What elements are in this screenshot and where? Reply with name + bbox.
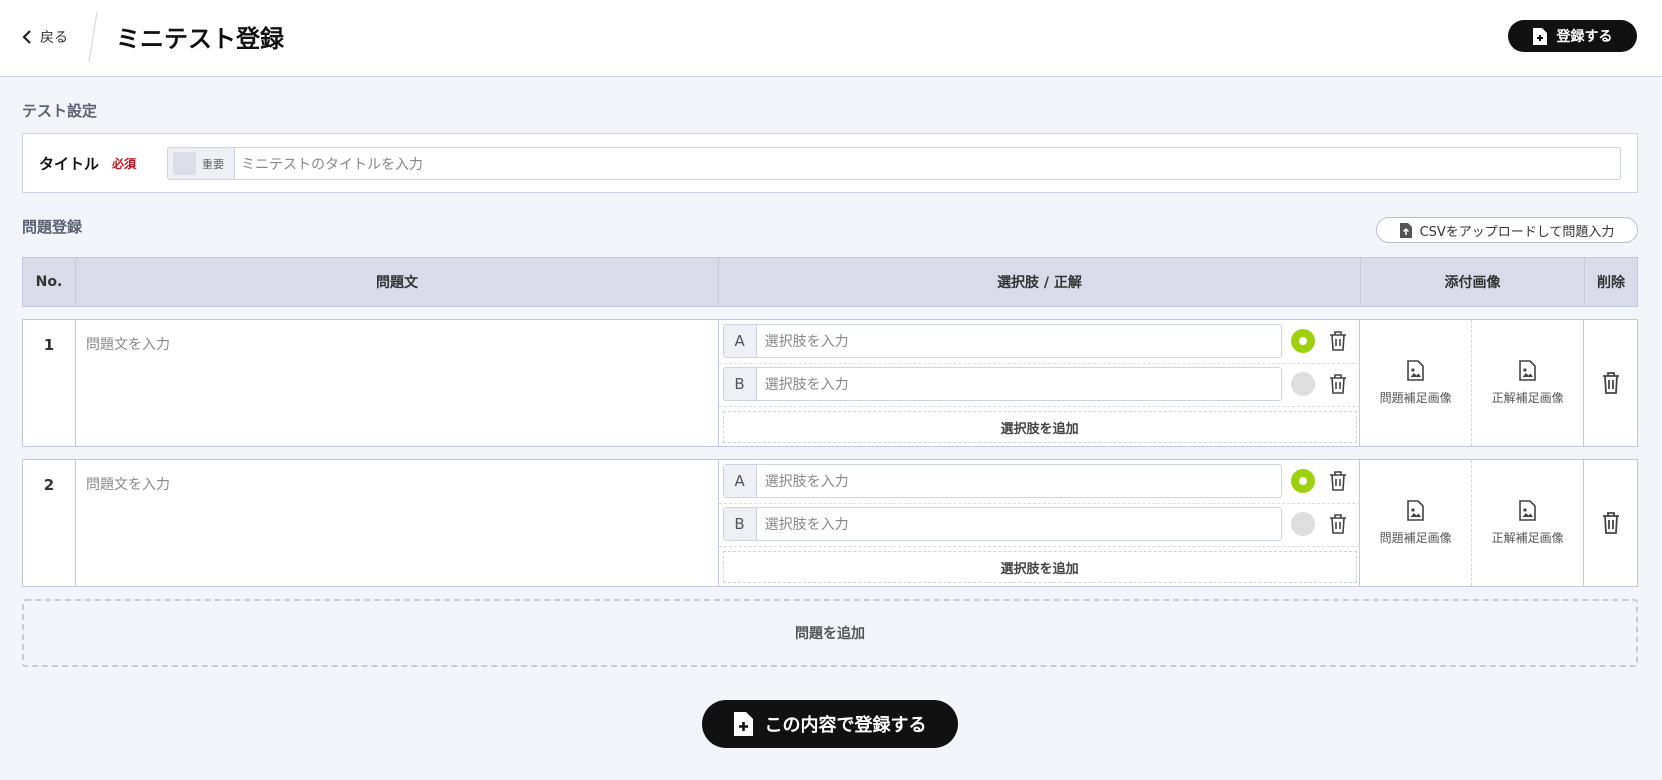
questions-section-title: 問題登録	[22, 218, 83, 236]
csv-upload-label: CSVをアップロードして問題入力	[1419, 224, 1615, 240]
answer-image-label: 正解補足画像	[1491, 531, 1564, 545]
image-file-icon	[1519, 360, 1536, 381]
trash-icon	[1602, 372, 1619, 394]
title-input[interactable]: 重要 ミニテストのタイトルを入力	[167, 147, 1621, 180]
add-choice-button[interactable]: 選択肢を追加	[722, 551, 1357, 583]
choice-input[interactable]: B 選択肢を入力	[722, 507, 1282, 541]
title-placeholder: ミニテストのタイトルを入力	[241, 156, 423, 173]
choice-placeholder: 選択肢を入力	[764, 377, 849, 393]
choice-divider	[718, 363, 1360, 364]
choice-input[interactable]: A 選択肢を入力	[722, 324, 1282, 358]
page-title: ミニテスト登録	[116, 25, 284, 53]
file-upload-icon	[1399, 222, 1412, 238]
choice-placeholder: 選択肢を入力	[764, 474, 849, 490]
question-placeholder: 問題文を入力	[85, 477, 170, 493]
question-text-input[interactable]: 問題文を入力	[76, 460, 719, 586]
choices-cell: A 選択肢を入力 B 選択肢を入力 選択肢を追加	[718, 320, 1361, 446]
image-file-icon	[1407, 360, 1424, 381]
answer-image-upload[interactable]: 正解補足画像	[1472, 460, 1585, 586]
choice-divider	[718, 546, 1360, 547]
delete-question-button[interactable]	[1584, 320, 1637, 446]
file-plus-icon	[733, 712, 753, 736]
title-label: タイトル	[39, 155, 100, 173]
choice-input[interactable]: A 選択肢を入力	[722, 464, 1282, 498]
choice-placeholder: 選択肢を入力	[764, 334, 849, 350]
header-divider	[88, 12, 98, 62]
choices-cell: A 選択肢を入力 B 選択肢を入力 選択肢を追加	[718, 460, 1361, 586]
trash-icon[interactable]	[1329, 471, 1347, 491]
question-number: 2	[23, 460, 76, 586]
correct-radio[interactable]	[1290, 512, 1315, 536]
trash-icon[interactable]	[1329, 331, 1347, 351]
back-button[interactable]: 戻る	[20, 24, 68, 50]
correct-radio[interactable]	[1290, 372, 1315, 396]
question-image-label: 問題補足画像	[1379, 391, 1452, 405]
trash-icon[interactable]	[1329, 374, 1347, 394]
questions-table-header: No. 問題文 選択肢 / 正解 添付画像 削除	[22, 257, 1638, 307]
trash-icon	[1602, 512, 1619, 534]
question-image-label: 問題補足画像	[1379, 531, 1452, 545]
choice-divider	[718, 503, 1360, 504]
choice-letter: B	[723, 508, 757, 540]
header-choices: 選択肢 / 正解	[719, 258, 1361, 306]
test-settings-title: テスト設定	[22, 102, 98, 120]
question-row: 2 問題文を入力 A 選択肢を入力 B 選択肢を入力 選択肢を追加 問題補足画像…	[22, 459, 1638, 587]
add-question-button[interactable]: 問題を追加	[22, 599, 1638, 667]
image-file-icon	[1519, 500, 1536, 521]
answer-image-label: 正解補足画像	[1491, 391, 1564, 405]
submit-label: この内容で登録する	[764, 715, 927, 736]
image-file-icon	[1407, 500, 1424, 521]
add-choice-button[interactable]: 選択肢を追加	[722, 411, 1357, 443]
submit-button[interactable]: この内容で登録する	[702, 700, 958, 748]
question-text-input[interactable]: 問題文を入力	[76, 320, 719, 446]
required-badge: 必須	[112, 157, 137, 171]
csv-upload-button[interactable]: CSVをアップロードして問題入力	[1376, 217, 1638, 243]
correct-radio-selected[interactable]	[1290, 329, 1315, 353]
page-header: 戻る ミニテスト登録 登録する	[0, 0, 1662, 77]
question-image-upload[interactable]: 問題補足画像	[1360, 320, 1473, 446]
chevron-left-icon	[22, 30, 31, 44]
important-toggle[interactable]: 重要	[168, 148, 235, 179]
question-row: 1 問題文を入力 A 選択肢を入力 B 選択肢を入力 選択肢を追加 問題補足画像…	[22, 319, 1638, 447]
important-checkbox[interactable]	[173, 152, 196, 175]
delete-question-button[interactable]	[1584, 460, 1637, 586]
register-label: 登録する	[1556, 29, 1613, 45]
choice-divider	[718, 406, 1360, 407]
header-delete: 削除	[1597, 275, 1625, 291]
register-button[interactable]: 登録する	[1508, 20, 1637, 52]
important-label: 重要	[202, 157, 224, 171]
question-image-upload[interactable]: 問題補足画像	[1360, 460, 1473, 586]
back-label: 戻る	[40, 30, 68, 46]
title-settings-box: タイトル 必須 重要 ミニテストのタイトルを入力	[22, 133, 1638, 193]
choice-input[interactable]: B 選択肢を入力	[722, 367, 1282, 401]
choice-letter: B	[723, 368, 757, 400]
answer-image-upload[interactable]: 正解補足画像	[1472, 320, 1585, 446]
header-images: 添付画像	[1361, 258, 1585, 306]
correct-radio-selected[interactable]	[1290, 469, 1315, 493]
choice-placeholder: 選択肢を入力	[764, 517, 849, 533]
header-no: No.	[23, 258, 76, 306]
trash-icon[interactable]	[1329, 514, 1347, 534]
choice-letter: A	[723, 465, 757, 497]
question-placeholder: 問題文を入力	[85, 337, 170, 353]
header-question: 問題文	[76, 258, 719, 306]
choice-letter: A	[723, 325, 757, 357]
file-plus-icon	[1532, 27, 1547, 45]
question-number: 1	[23, 320, 76, 446]
